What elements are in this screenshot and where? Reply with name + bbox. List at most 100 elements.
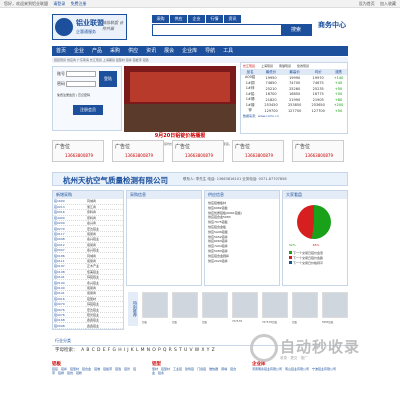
alphabet-letter[interactable]: V bbox=[189, 348, 192, 353]
price-tab-london[interactable]: 伦敦现货 bbox=[297, 64, 309, 68]
alphabet-letter[interactable]: M bbox=[141, 348, 145, 353]
product-photo-label[interactable]: 铝板 bbox=[292, 320, 297, 324]
nav-company-db[interactable]: 企业库 bbox=[178, 46, 201, 56]
category-link[interactable]: 铝箔 bbox=[115, 367, 121, 371]
category-link[interactable]: 散热器 bbox=[209, 367, 218, 371]
category-link[interactable]: 铝粉 bbox=[76, 371, 82, 375]
nav-company[interactable]: 企业 bbox=[70, 46, 88, 56]
category-link[interactable]: 铝管 bbox=[124, 367, 130, 371]
category-link[interactable]: 铝合金 bbox=[82, 367, 91, 371]
alphabet-letter[interactable]: B bbox=[86, 348, 89, 353]
alphabet-letter[interactable]: R bbox=[169, 348, 172, 353]
tab-supply[interactable]: 供应 bbox=[170, 15, 187, 23]
alphabet-letter[interactable]: L bbox=[136, 348, 139, 353]
alphabet-letter[interactable]: E bbox=[103, 348, 106, 353]
product-photo-label[interactable]: 铝板 bbox=[172, 320, 177, 324]
product-photo-label[interactable]: 铝板 bbox=[202, 320, 207, 324]
login-link[interactable]: 请登录 bbox=[53, 0, 65, 8]
category-links[interactable]: 型材 铝型材 工业铝 建筑铝 门窗铝 散热器 幕墙 铝合金 铝条 bbox=[152, 367, 236, 375]
alphabet-letter[interactable]: A bbox=[81, 348, 84, 353]
forgot-password-link[interactable]: 忘记密码 bbox=[78, 93, 90, 97]
alphabet-letter[interactable]: I bbox=[124, 348, 125, 353]
category-link[interactable]: 铝卷 bbox=[94, 367, 100, 371]
product-photo[interactable] bbox=[292, 292, 318, 318]
product-photo[interactable] bbox=[322, 292, 348, 318]
alphabet-letter[interactable]: W bbox=[195, 348, 199, 353]
alphabet-letter[interactable]: C bbox=[92, 348, 95, 353]
category-link[interactable]: 铝排 bbox=[58, 371, 64, 375]
alphabet-letter[interactable]: J bbox=[127, 348, 128, 353]
business-center-link[interactable]: 商务中心 bbox=[318, 20, 348, 38]
nav-home[interactable]: 首页 bbox=[52, 46, 70, 56]
search-input[interactable] bbox=[153, 25, 278, 35]
alphabet-letter[interactable]: O bbox=[152, 348, 156, 353]
category-links[interactable]: 铝锭 铝棒 铝型材 铝合金 铝卷 铝板带 铝箔 铝管 铝带 铝排 铝线 铝粉 bbox=[52, 367, 136, 375]
alphabet-letter[interactable]: F bbox=[108, 348, 111, 353]
category-link[interactable]: 铝线 bbox=[67, 371, 73, 375]
ad-slot[interactable]: 广告位 13663800879 bbox=[52, 140, 104, 162]
nav-news[interactable]: 资讯 bbox=[142, 46, 160, 56]
tab-company[interactable]: 企业 bbox=[188, 15, 205, 23]
register-link[interactable]: 免费注册 bbox=[71, 0, 87, 8]
nav-product[interactable]: 产品 bbox=[88, 46, 106, 56]
set-homepage-link[interactable]: 设为首页 bbox=[359, 0, 375, 8]
password-input[interactable] bbox=[66, 81, 97, 87]
price-tab-changjiang[interactable]: 长江现货 bbox=[243, 64, 255, 68]
product-photo[interactable] bbox=[232, 292, 258, 318]
alphabet-letter[interactable]: U bbox=[184, 348, 187, 353]
ad-slot[interactable]: 广告位 13663800879 bbox=[112, 140, 164, 162]
category-link[interactable]: 建筑铝 bbox=[185, 367, 194, 371]
alphabet-letter[interactable]: D bbox=[97, 348, 100, 353]
vote-option[interactable]: 下一个交易日价格持平 bbox=[289, 261, 323, 266]
alphabet-letter[interactable]: T bbox=[179, 348, 182, 353]
product-photo[interactable] bbox=[142, 292, 168, 318]
tab-market[interactable]: 行情 bbox=[206, 15, 223, 23]
ad-slot[interactable]: 广告位 13663800879 bbox=[292, 140, 344, 162]
price-source[interactable]: 数据来源：www.ccmn.cn bbox=[241, 114, 347, 118]
alphabet-letter[interactable]: Y bbox=[207, 348, 210, 353]
news-banner-image[interactable] bbox=[124, 66, 236, 132]
featured-company-bar[interactable]: 杭州天杭空气质量检测有限公司 联系人: 李先生 电话: 13663816101 … bbox=[52, 172, 348, 186]
login-button[interactable]: 登陆 bbox=[99, 71, 117, 87]
site-logo[interactable]: 铝业联盟 企惠通服务 诚信联盟 合作共赢 bbox=[52, 14, 127, 40]
nav-supply[interactable]: 供应 bbox=[124, 46, 142, 56]
product-photo[interactable] bbox=[172, 292, 198, 318]
alphabet-letter[interactable]: X bbox=[201, 348, 204, 353]
search-button[interactable]: 搜索 bbox=[281, 25, 311, 35]
price-tab-shanghai[interactable]: 上海现货 bbox=[261, 64, 273, 68]
product-photo-label[interactable]: 7075-T6铝板 bbox=[262, 320, 277, 324]
tab-news[interactable]: 资讯 bbox=[224, 15, 241, 23]
alphabet-letter[interactable]: H bbox=[118, 348, 121, 353]
alphabet-letter[interactable]: K bbox=[131, 348, 134, 353]
register-member-button[interactable]: 注册会员 bbox=[73, 105, 103, 115]
product-photo[interactable] bbox=[202, 292, 228, 318]
ad-slot[interactable]: 广告位 13663800879 bbox=[232, 140, 284, 162]
supply-row[interactable]: 铝0008 鑫鑫铝业 bbox=[53, 322, 123, 329]
product-photo-label[interactable]: 5083铝板 bbox=[322, 320, 333, 324]
supply-vendor[interactable]: 鑫鑫铝业 bbox=[86, 322, 123, 329]
category-link[interactable]: 门窗铝 bbox=[197, 367, 206, 371]
tab-purchase[interactable]: 采购 bbox=[152, 15, 169, 23]
free-register-link[interactable]: 免费注册会员 bbox=[57, 93, 75, 97]
category-link[interactable]: 工业铝 bbox=[173, 367, 182, 371]
nav-tools[interactable]: 工具 bbox=[219, 46, 237, 56]
alphabet-letter[interactable]: P bbox=[158, 348, 161, 353]
price-tab-nanchu[interactable]: 南储现货 bbox=[279, 64, 291, 68]
username-input[interactable] bbox=[66, 71, 97, 77]
alphabet-letter[interactable]: N bbox=[147, 348, 150, 353]
bookmark-link[interactable]: 加入收藏 bbox=[380, 0, 396, 8]
nav-purchase[interactable]: 采购 bbox=[106, 46, 124, 56]
nav-expo[interactable]: 展会 bbox=[160, 46, 178, 56]
product-photo-label[interactable]: 7075-T6 bbox=[232, 320, 242, 323]
category-link[interactable]: 铝条 bbox=[158, 371, 164, 375]
ad-slot[interactable]: 广告位 13663800879 bbox=[172, 140, 224, 162]
category-link[interactable]: 铝板带 bbox=[103, 367, 112, 371]
supply-item[interactable]: 铝0008 bbox=[53, 322, 87, 329]
banner-caption[interactable]: 9月20日铝锭价格播报 bbox=[124, 132, 236, 140]
alphabet-letter[interactable]: S bbox=[174, 348, 177, 353]
alphabet-letter[interactable]: Q bbox=[163, 348, 167, 353]
product-photo[interactable] bbox=[262, 292, 288, 318]
supply-info-item[interactable]: 供应2024铝棒 bbox=[208, 259, 276, 264]
nav-guide[interactable]: 导航 bbox=[201, 46, 219, 56]
alphabet-letter[interactable]: Z bbox=[212, 348, 215, 353]
